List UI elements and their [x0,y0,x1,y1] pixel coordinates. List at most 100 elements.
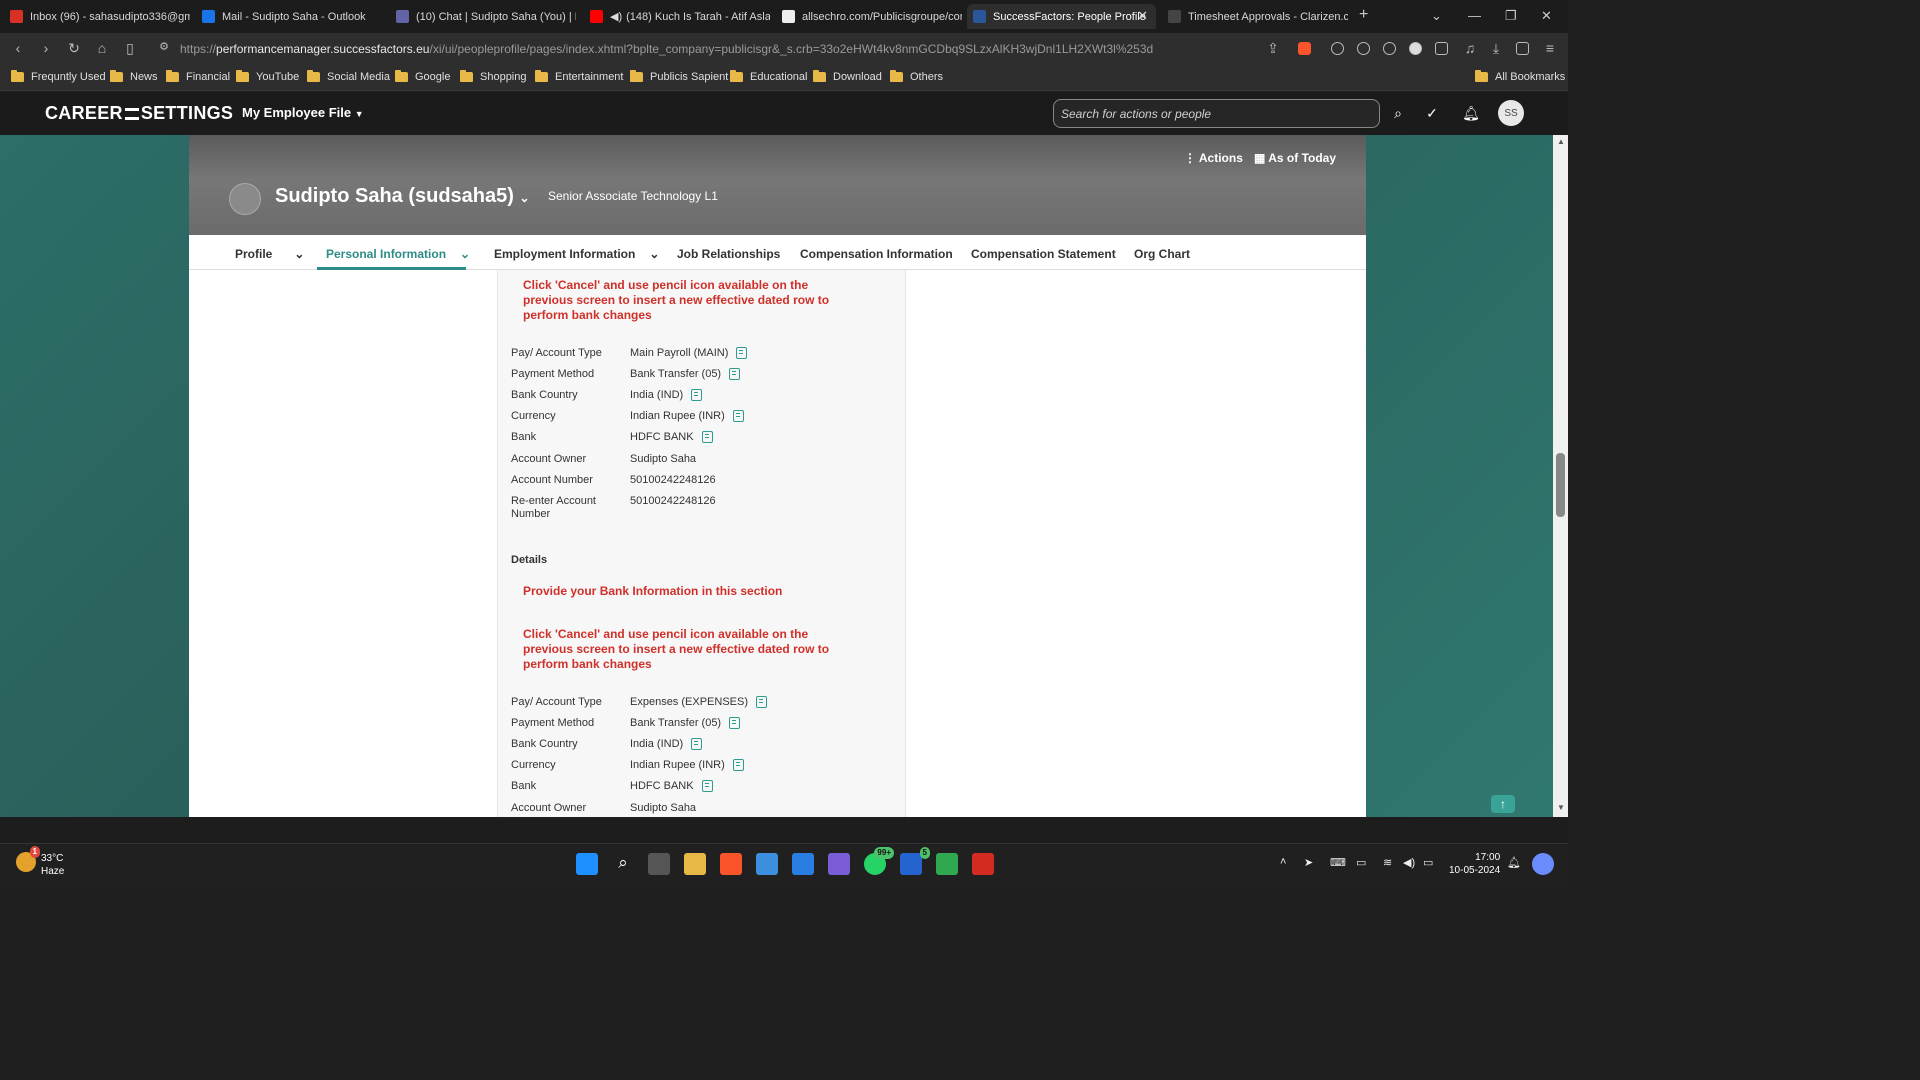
grammarly-icon[interactable] [1409,42,1422,55]
bookmark-social-media[interactable]: Social Media [307,70,390,83]
tab-personal-information[interactable]: Personal Information ⌄ [326,247,470,261]
back-icon[interactable]: ‹ [9,40,27,56]
copy-icon[interactable] [732,410,744,422]
search-input[interactable] [1054,100,1379,127]
tab-profile[interactable]: Profile ⌄ [235,247,304,261]
employee-name[interactable]: Sudipto Saha (sudsaha5) ⌄ [275,185,530,208]
sidebar-icon[interactable] [1516,42,1529,55]
windows-start-icon[interactable] [576,853,598,875]
extension-circle-icon[interactable] [1383,42,1396,55]
new-tab-button[interactable]: + [1359,6,1368,24]
notification-bell-icon[interactable]: 🔔︎ [1507,856,1521,869]
tab-gmail[interactable]: Inbox (96) - sahasudipto336@gmail [4,4,190,29]
menu-icon[interactable]: ≡ [1541,40,1559,56]
search-icon[interactable]: ⌕ [1389,105,1407,123]
keyboard-icon[interactable]: ⌨ [1330,856,1346,869]
remote-desktop-icon[interactable] [936,853,958,875]
copy-icon[interactable] [691,389,703,401]
copy-icon[interactable] [729,717,741,729]
media-icon[interactable]: ♫ [1461,40,1479,56]
weather-widget[interactable]: 1 33°C Haze [16,846,64,878]
search-box[interactable] [1053,99,1380,128]
brave-browser-icon[interactable] [720,853,742,875]
scroll-up-icon[interactable]: ▲ [1557,137,1565,146]
close-window-icon[interactable]: ✕ [1541,8,1552,24]
bookmark-frequently-used[interactable]: Frequntly Used [11,70,106,83]
all-bookmarks[interactable]: All Bookmarks [1475,70,1565,83]
display-icon[interactable]: ▭ [1356,856,1366,869]
minimize-icon[interactable]: — [1468,8,1481,23]
wifi-icon[interactable]: ≋ [1383,856,1392,869]
bookmark-entertainment[interactable]: Entertainment [535,70,623,83]
approvals-check-icon[interactable]: ✓ [1423,105,1441,123]
copy-icon[interactable] [729,368,741,380]
page-scrollbar[interactable]: ▲ ▼ [1553,135,1568,817]
scrollbar-thumb[interactable] [1556,453,1565,517]
bookmark-download[interactable]: Download [813,70,882,83]
extension-eye-icon[interactable] [1357,42,1370,55]
copy-icon[interactable] [701,780,713,792]
restore-icon[interactable]: ❐ [1505,8,1517,24]
tab-successfactors[interactable]: SuccessFactors: People Profile ✕ [967,4,1156,29]
todo-icon[interactable]: 5 [900,847,930,875]
bookmark-icon[interactable]: ▯ [121,40,139,57]
file-explorer-icon[interactable] [684,853,706,875]
bookmark-financial[interactable]: Financial [166,70,230,83]
site-settings-icon[interactable]: ⚙ [155,40,173,53]
tab-employment-information[interactable]: Employment Information ⌄ [494,247,659,261]
tab-teams[interactable]: (10) Chat | Sudipto Saha (You) | Micr [390,4,576,29]
acrobat-icon[interactable] [972,853,994,875]
extensions-puzzle-icon[interactable] [1435,42,1448,55]
download-icon[interactable]: ⤓ [1487,40,1505,57]
scroll-to-top-button[interactable]: ↑ [1491,795,1515,813]
share-icon[interactable]: ⇪ [1264,40,1282,57]
bookmark-google[interactable]: Google [395,70,450,83]
task-view-icon[interactable] [648,853,670,875]
copy-icon[interactable] [756,696,767,708]
copy-icon[interactable] [701,431,713,443]
tab-list-chevron-icon[interactable]: ⌄ [1431,8,1442,24]
reload-icon[interactable]: ↻ [65,40,83,57]
extension-atom-icon[interactable] [1331,42,1344,55]
search-icon[interactable]: ⌕ [612,853,634,875]
tab-job-relationships[interactable]: Job Relationships [677,247,780,261]
url-field[interactable]: https://performancemanager.successfactor… [180,42,1153,56]
brave-shield-icon[interactable] [1298,42,1311,55]
bookmark-news[interactable]: News [110,70,158,83]
notepad-icon[interactable] [756,853,778,875]
bookmark-youtube[interactable]: YouTube [236,70,299,83]
tab-compensation-statement[interactable]: Compensation Statement [971,247,1116,261]
copilot-icon[interactable] [1532,853,1554,875]
user-avatar[interactable]: SS [1498,100,1524,126]
chevron-down-icon[interactable]: ⌄ [520,191,530,205]
scroll-down-icon[interactable]: ▼ [1557,803,1565,812]
bookmark-others[interactable]: Others [890,70,943,83]
bookmark-shopping[interactable]: Shopping [460,70,527,83]
bookmark-publicis-sapient[interactable]: Publicis Sapient [630,70,728,83]
tab-compensation-information[interactable]: Compensation Information [800,247,953,261]
as-of-today-button[interactable]: ▦ As of Today [1254,151,1336,165]
forward-icon[interactable]: › [37,40,55,56]
tab-clarizen[interactable]: Timesheet Approvals - Clarizen.com [1162,4,1348,29]
company-logo[interactable]: CAREER SETTINGS [45,103,233,124]
whatsapp-icon[interactable]: 99+ [864,847,894,875]
employee-file-menu[interactable]: My Employee File ▼ [242,105,364,120]
copy-icon[interactable] [732,759,744,771]
send-icon[interactable]: ➤ [1304,856,1313,869]
tray-chevron-up-icon[interactable]: ˄ [1280,856,1286,868]
volume-icon[interactable]: ◀) [1403,856,1415,869]
system-clock[interactable]: 17:00 10-05-2024 [1449,851,1500,877]
vscode-icon[interactable] [792,853,814,875]
tab-org-chart[interactable]: Org Chart [1134,247,1190,261]
tab-youtube[interactable]: ◀) (148) Kuch Is Tarah - Atif Aslam | [584,4,770,29]
bookmark-educational[interactable]: Educational [730,70,808,83]
actions-button[interactable]: ⋮ Actions [1184,151,1243,165]
battery-icon[interactable]: ▭ [1423,856,1433,869]
home-icon[interactable]: ⌂ [93,40,111,56]
notifications-bell-icon[interactable]: 🔔︎ [1462,105,1480,123]
close-tab-icon[interactable]: ✕ [1137,8,1148,24]
copy-icon[interactable] [736,347,748,359]
visual-studio-icon[interactable] [828,853,850,875]
tab-allsechro[interactable]: allsechro.com/Publicisgroupe/comm [776,4,962,29]
tab-outlook[interactable]: Mail - Sudipto Saha - Outlook [196,4,382,29]
